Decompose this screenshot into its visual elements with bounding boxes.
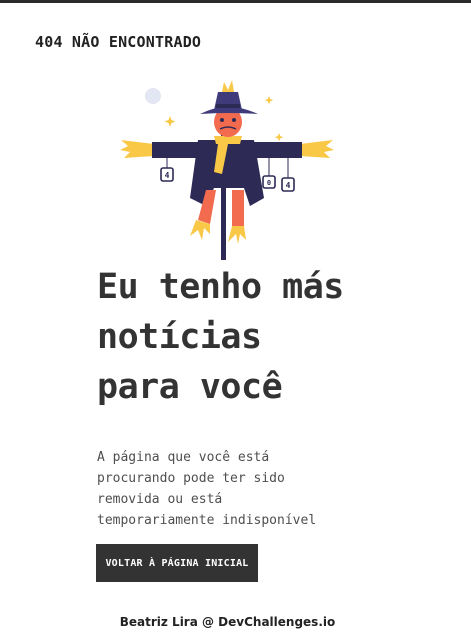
back-home-button[interactable]: VOLTAR À PÁGINA INICIAL [96,544,258,582]
page-description: A página que você está procurando pode t… [97,447,337,531]
svg-text:0: 0 [267,179,271,187]
svg-text:4: 4 [165,171,170,180]
headline-line: para você [97,367,283,407]
scarecrow-illustration: 4 0 4 [120,80,334,260]
description-line: temporariamente indisponível [97,513,317,528]
headline-line: Eu tenho más [97,267,344,307]
footer-credit: Beatriz Lira @ DevChallenges.io [119,615,336,629]
description-line: A página que você está [97,450,270,465]
page-headline: Eu tenho más notícias para você [97,262,417,412]
description-line: removida ou está [97,492,223,507]
site-brand: 404 NÃO ENCONTRADO [35,33,202,51]
headline-line: notícias [97,317,262,357]
description-line: procurando pode ter sido [97,471,285,486]
top-border [0,0,471,3]
svg-text:4: 4 [286,181,291,190]
